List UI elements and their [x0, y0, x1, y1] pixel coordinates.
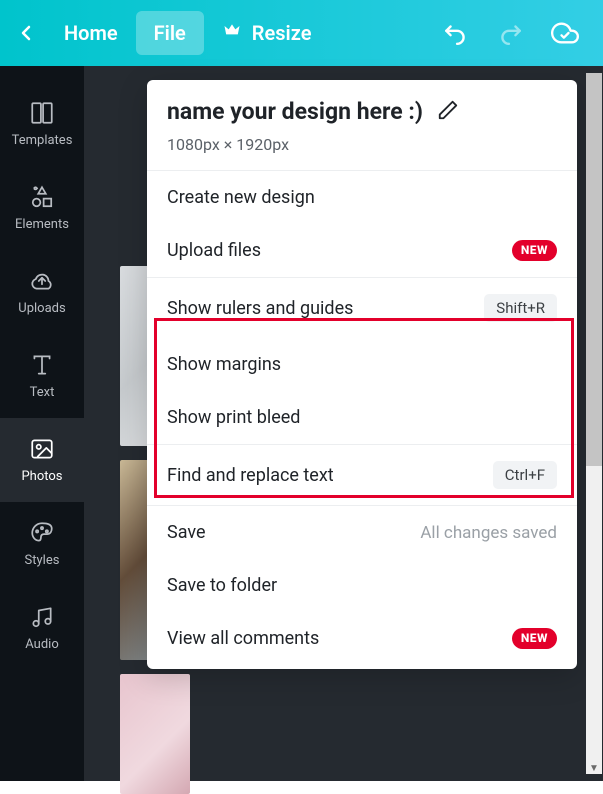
sidebar-item-styles[interactable]: Styles [0, 502, 84, 586]
menu-show-print-bleed[interactable]: Show print bleed [147, 391, 577, 444]
menu-label: Save to folder [167, 575, 277, 596]
keyboard-shortcut: Ctrl+F [493, 461, 557, 489]
cloud-sync-icon[interactable] [551, 19, 579, 47]
photo-thumbnail[interactable] [120, 674, 190, 794]
menu-label: Find and replace text [167, 465, 334, 486]
menu-label: Create new design [167, 187, 315, 208]
home-label: Home [64, 21, 118, 45]
sidebar-item-uploads[interactable]: Uploads [0, 250, 84, 334]
menu-save-to-folder[interactable]: Save to folder [147, 559, 577, 612]
dropdown-section-save: Save All changes saved Save to folder Vi… [147, 506, 577, 665]
menu-label: Show rulers and guides [167, 298, 353, 319]
undo-icon[interactable] [443, 20, 469, 46]
sidebar-label: Text [30, 385, 55, 400]
sidebar-label: Uploads [18, 301, 65, 316]
dropdown-section-find: Find and replace text Ctrl+F [147, 445, 577, 506]
file-label: File [154, 21, 186, 45]
menu-view-comments[interactable]: View all comments NEW [147, 612, 577, 665]
keyboard-shortcut: Shift+R [484, 294, 557, 322]
menu-label: Show margins [167, 354, 281, 375]
sidebar-label: Templates [12, 133, 73, 148]
resize-label: Resize [252, 21, 312, 45]
design-title[interactable]: name your design here :) [167, 98, 423, 125]
menu-show-rulers[interactable]: Show rulers and guides Shift+R [147, 278, 577, 338]
menu-save[interactable]: Save All changes saved [147, 506, 577, 559]
design-dimensions: 1080px × 1920px [167, 135, 557, 154]
save-status: All changes saved [420, 523, 557, 543]
top-toolbar: Home File Resize [0, 0, 603, 66]
toolbar-right [443, 19, 589, 47]
scroll-down-arrow-icon[interactable]: ▼ [586, 760, 602, 776]
menu-create-new-design[interactable]: Create new design [147, 171, 577, 224]
menu-label: Upload files [167, 240, 261, 261]
sidebar-label: Photos [21, 469, 62, 484]
sidebar-label: Audio [25, 637, 58, 652]
toolbar-left: Home File Resize [14, 11, 329, 56]
resize-button[interactable]: Resize [204, 11, 330, 56]
scrollbar-thumb[interactable] [586, 73, 602, 466]
menu-label: View all comments [167, 628, 319, 649]
menu-label: Show print bleed [167, 407, 300, 428]
file-dropdown: name your design here :) 1080px × 1920px… [147, 80, 577, 669]
new-badge: NEW [512, 628, 557, 649]
vertical-scrollbar[interactable]: ▲ ▼ [586, 73, 602, 774]
dropdown-section-view: Show rulers and guides Shift+R Show marg… [147, 278, 577, 445]
sidebar-item-text[interactable]: Text [0, 334, 84, 418]
dropdown-header: name your design here :) 1080px × 1920px [147, 80, 577, 171]
pencil-edit-icon[interactable] [437, 99, 459, 125]
menu-show-margins[interactable]: Show margins [147, 338, 577, 391]
menu-find-replace[interactable]: Find and replace text Ctrl+F [147, 445, 577, 505]
new-badge: NEW [512, 240, 557, 261]
sidebar-item-elements[interactable]: Elements [0, 166, 84, 250]
sidebar-item-audio[interactable]: Audio [0, 586, 84, 670]
menu-upload-files[interactable]: Upload files NEW [147, 224, 577, 277]
main-area: Templates Elements Uploads Text Photos S… [0, 66, 603, 781]
left-sidebar: Templates Elements Uploads Text Photos S… [0, 66, 84, 781]
back-chevron-icon[interactable] [14, 15, 46, 51]
redo-icon [497, 20, 523, 46]
file-button[interactable]: File [136, 11, 204, 55]
sidebar-label: Styles [25, 553, 60, 568]
home-button[interactable]: Home [46, 11, 136, 55]
crown-icon [222, 21, 242, 46]
dropdown-section-create: Create new design Upload files NEW [147, 171, 577, 278]
sidebar-item-photos[interactable]: Photos [0, 418, 84, 502]
menu-label: Save [167, 522, 206, 543]
sidebar-item-templates[interactable]: Templates [0, 82, 84, 166]
sidebar-label: Elements [15, 217, 69, 232]
